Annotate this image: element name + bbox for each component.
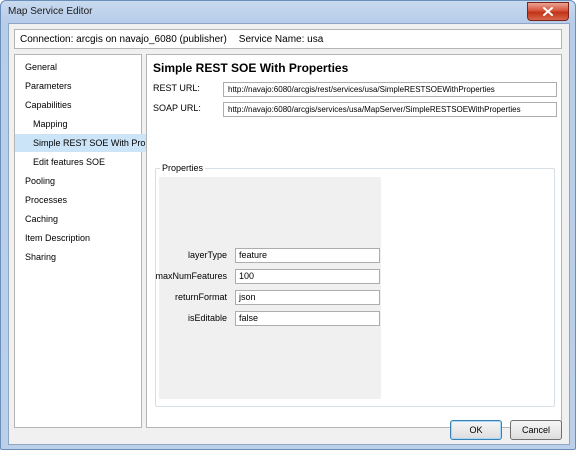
sidebar-item-label: Pooling [25,176,56,186]
sidebar-item-simple-rest-soe[interactable]: Simple REST SOE With Pro [15,134,159,152]
property-input-maxnumfeatures[interactable]: 100 [235,269,380,284]
sidebar-item-label: Parameters [25,81,72,91]
properties-group: Properties layerType feature maxNumFeatu… [155,163,555,407]
sidebar-item-label: Sharing [25,252,57,262]
property-label-returnformat: returnFormat [174,292,227,302]
property-label-iseditable: isEditable [187,313,227,323]
content-panel: Simple REST SOE With Properties REST URL… [146,54,562,428]
property-label-layertype: layerType [187,250,227,260]
title-bar[interactable]: Map Service Editor [1,1,575,23]
close-button[interactable] [527,2,569,21]
close-icon [543,7,553,16]
properties-legend: Properties [160,163,206,173]
window-title: Map Service Editor [8,6,93,17]
sidebar-item-label: Capabilities [25,100,72,110]
sidebar-item-label: Processes [25,195,68,205]
sidebar-nav: General Parameters Capabilities Mapping … [14,54,159,428]
rest-url-field[interactable]: http://navajo:6080/arcgis/rest/services/… [223,82,557,97]
property-input-layertype[interactable]: feature [235,248,380,263]
sidebar-item-general[interactable]: General [15,58,151,76]
cancel-button[interactable]: Cancel [510,420,562,440]
sidebar-item-item-description[interactable]: Item Description [15,229,151,247]
sidebar-item-parameters[interactable]: Parameters [15,77,151,95]
service-name-text: Service Name: usa [238,33,324,45]
sidebar-item-label: Mapping [33,119,68,129]
sidebar-item-label: Item Description [25,233,91,243]
property-input-returnformat[interactable]: json [235,290,380,305]
dialog-body: Connection: arcgis on navajo_6080 (publi… [8,23,570,445]
sidebar-item-processes[interactable]: Processes [15,191,151,209]
page-title: Simple REST SOE With Properties [153,61,349,75]
map-service-editor-window: Map Service Editor Connection: arcgis on… [0,0,576,450]
soap-url-label: SOAP URL: [153,103,201,113]
sidebar-item-label: Simple REST SOE With Pro [33,138,146,148]
property-input-iseditable[interactable]: false [235,311,380,326]
sidebar-item-label: Caching [25,214,59,224]
sidebar-item-sharing[interactable]: Sharing [15,248,151,266]
sidebar-item-capabilities[interactable]: Capabilities [15,96,151,114]
rest-url-label: REST URL: [153,83,200,93]
sidebar-item-pooling[interactable]: Pooling [15,172,151,190]
property-label-maxnumfeatures: maxNumFeatures [155,271,227,281]
sidebar-item-mapping[interactable]: Mapping [15,115,159,133]
ok-button[interactable]: OK [450,420,502,440]
connection-text: Connection: arcgis on navajo_6080 (publi… [20,33,227,45]
sidebar-item-label: General [25,62,58,72]
properties-grid: layerType feature maxNumFeatures 100 ret… [155,177,381,399]
soap-url-field[interactable]: http://navajo:6080/arcgis/services/usa/M… [223,102,557,117]
connection-bar: Connection: arcgis on navajo_6080 (publi… [14,29,562,49]
sidebar-item-edit-features-soe[interactable]: Edit features SOE [15,153,159,171]
sidebar-item-label: Edit features SOE [33,157,106,167]
sidebar-item-caching[interactable]: Caching [15,210,151,228]
